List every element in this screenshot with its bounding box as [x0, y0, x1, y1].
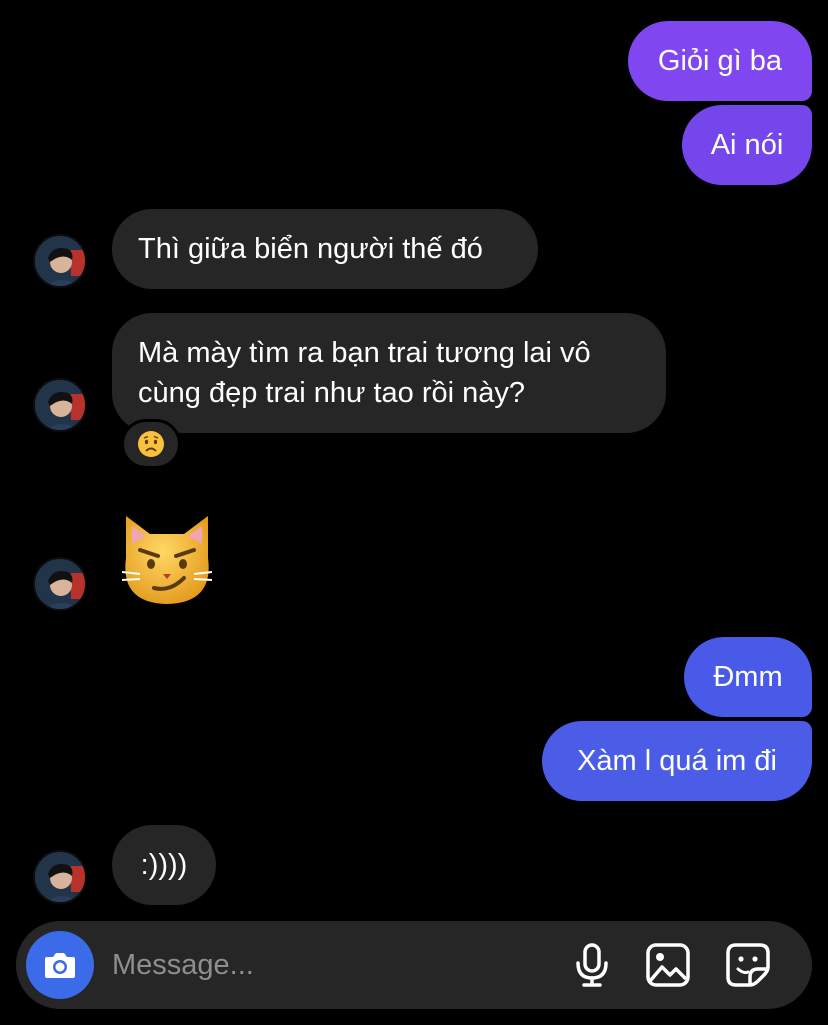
outgoing-message[interactable]: Ai nói — [682, 105, 812, 185]
sticker-button[interactable] — [724, 941, 772, 989]
message-text: Thì giữa biển người thế đó — [138, 233, 483, 265]
outgoing-message[interactable]: Giỏi gì ba — [628, 21, 812, 101]
avatar-photo-icon — [35, 852, 85, 902]
message-text: :)))) — [140, 849, 188, 881]
message-text: Xàm l quá im đi — [577, 745, 777, 777]
message-composer: Message... — [16, 921, 812, 1009]
message-text: Đmm — [713, 661, 783, 693]
avatar-photo-icon — [35, 559, 85, 609]
incoming-message[interactable]: Mà mày tìm ra bạn trai tương lai vô cùng… — [112, 313, 666, 433]
contact-avatar[interactable] — [33, 378, 87, 432]
message-text: Giỏi gì ba — [657, 45, 783, 77]
sticker-icon — [726, 943, 770, 987]
message-text: Ai nói — [710, 129, 784, 161]
message-reaction[interactable] — [121, 419, 181, 469]
avatar-photo-icon — [35, 380, 85, 430]
message-input[interactable]: Message... — [112, 921, 254, 1009]
cat-wry-smile-icon — [121, 516, 213, 604]
outgoing-message[interactable]: Xàm l quá im đi — [542, 721, 812, 801]
worried-face-icon — [138, 431, 164, 457]
camera-button[interactable] — [26, 931, 94, 999]
outgoing-message[interactable]: Đmm — [684, 637, 812, 717]
gallery-button[interactable] — [644, 941, 692, 989]
message-input-placeholder: Message... — [112, 948, 254, 981]
image-icon — [646, 943, 690, 987]
message-text-line-1: Mà mày tìm ra bạn trai tương lai vô — [138, 337, 591, 369]
contact-avatar[interactable] — [33, 850, 87, 904]
incoming-message[interactable]: :)))) — [112, 825, 216, 905]
microphone-icon — [576, 943, 608, 987]
camera-icon — [45, 953, 75, 978]
message-text-line-2: cùng đẹp trai như tao rồi này? — [138, 377, 525, 409]
emoji-message[interactable] — [118, 508, 216, 608]
contact-avatar[interactable] — [33, 557, 87, 611]
incoming-message[interactable]: Thì giữa biển người thế đó — [112, 209, 538, 289]
microphone-button[interactable] — [568, 941, 616, 989]
contact-avatar[interactable] — [33, 234, 87, 288]
avatar-photo-icon — [35, 236, 85, 286]
